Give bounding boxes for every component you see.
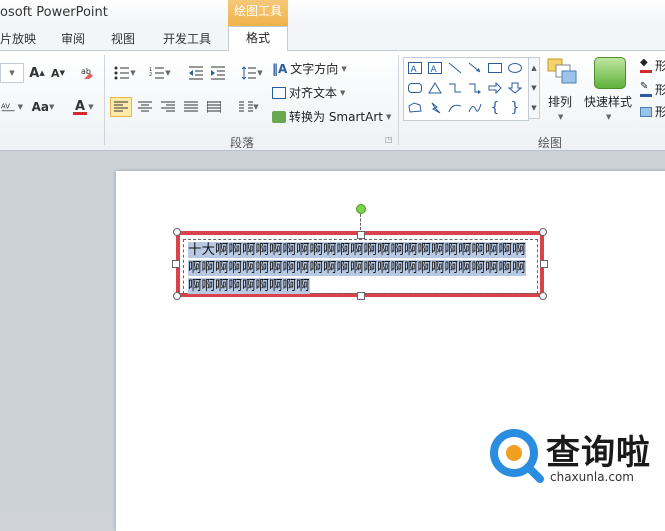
- increase-indent-icon[interactable]: [208, 63, 228, 83]
- curve-shape-icon[interactable]: [466, 99, 484, 117]
- oval-shape-icon[interactable]: [506, 59, 524, 77]
- resize-handle-bottom[interactable]: [357, 292, 365, 300]
- columns-button[interactable]: ▼: [234, 97, 264, 117]
- lightning-shape-icon[interactable]: [426, 99, 444, 117]
- textbox-content[interactable]: 十大啊啊啊啊啊啊啊啊啊啊啊啊啊啊啊啊啊啊啊啊啊啊啊啊啊啊啊啊啊啊啊啊啊啊啊啊啊啊…: [188, 241, 533, 295]
- text-direction-button[interactable]: ‖A 文字方向 ▼: [272, 60, 347, 77]
- drawing-tools-context-label: 绘图工具: [228, 0, 288, 26]
- resize-handle-bottom-left[interactable]: [173, 292, 181, 300]
- resize-handle-top[interactable]: [357, 231, 365, 239]
- group-separator: [104, 55, 105, 145]
- decrease-indent-icon[interactable]: [186, 63, 206, 83]
- align-center-icon[interactable]: [134, 97, 156, 117]
- down-arrow-shape-icon[interactable]: [506, 79, 524, 97]
- tab-slideshow[interactable]: 片放映: [0, 30, 36, 47]
- watermark: 查询啦 chaxunla.com: [488, 425, 658, 490]
- resize-handle-left[interactable]: [172, 260, 180, 268]
- tab-format[interactable]: 格式: [228, 26, 288, 51]
- tab-review[interactable]: 审阅: [61, 30, 85, 47]
- group-separator: [398, 55, 399, 145]
- shrink-font-button[interactable]: A ▼: [48, 63, 68, 83]
- right-brace-shape-icon[interactable]: }: [506, 99, 524, 117]
- arrange-button[interactable]: 排列 ▼: [544, 55, 580, 130]
- align-text-button[interactable]: 对齐文本 ▼: [272, 84, 345, 101]
- left-brace-shape-icon[interactable]: {: [486, 99, 504, 117]
- bullets-button[interactable]: ▼: [110, 63, 140, 83]
- app-title: osoft PowerPoint: [0, 5, 108, 20]
- textbox-shape-icon[interactable]: A: [406, 59, 424, 77]
- resize-handle-top-right[interactable]: [539, 228, 547, 236]
- rounded-rectangle-shape-icon[interactable]: [406, 79, 424, 97]
- gallery-scrollbar[interactable]: ▲ ▼ ▼: [528, 57, 540, 119]
- effects-icon: [640, 106, 652, 117]
- font-color-button[interactable]: A ▼: [68, 97, 98, 117]
- title-bar: osoft PowerPoint 绘图工具: [0, 0, 665, 26]
- quick-styles-button[interactable]: 快速样式 ▼: [584, 55, 636, 130]
- line-shape-icon[interactable]: [446, 59, 464, 77]
- grow-font-button[interactable]: A ▲: [27, 63, 47, 83]
- justify-icon[interactable]: [180, 97, 202, 117]
- tab-view[interactable]: 视图: [111, 30, 135, 47]
- selected-textbox[interactable]: 十大啊啊啊啊啊啊啊啊啊啊啊啊啊啊啊啊啊啊啊啊啊啊啊啊啊啊啊啊啊啊啊啊啊啊啊啊啊啊…: [172, 228, 548, 300]
- paragraph-group-label: 段落: [230, 136, 255, 150]
- shape-fill-button[interactable]: ◆ 形: [640, 57, 665, 74]
- svg-text:A: A: [75, 99, 85, 114]
- align-text-icon: [272, 86, 286, 99]
- watermark-url: chaxunla.com: [550, 470, 634, 484]
- align-left-icon[interactable]: [110, 97, 132, 117]
- arrange-icon: [547, 58, 577, 84]
- paragraph-launcher-icon[interactable]: ◳: [385, 135, 393, 144]
- shapes-gallery[interactable]: A A { }: [403, 57, 529, 121]
- convert-smartart-button[interactable]: 转换为 SmartArt ▼: [272, 108, 391, 125]
- shape-effects-button[interactable]: 形: [640, 103, 665, 120]
- line-spacing-button[interactable]: ▼: [238, 63, 266, 83]
- svg-text:A: A: [411, 65, 418, 74]
- distributed-icon[interactable]: [203, 97, 225, 117]
- rectangle-shape-icon[interactable]: [486, 59, 504, 77]
- char-spacing-button[interactable]: AV ▼: [0, 97, 24, 117]
- numbering-button[interactable]: 1 2 ▼: [144, 63, 176, 83]
- clear-formatting-icon[interactable]: ab: [78, 63, 98, 83]
- svg-text:A: A: [431, 65, 438, 74]
- arrow-line-shape-icon[interactable]: [466, 59, 484, 77]
- align-right-icon[interactable]: [157, 97, 179, 117]
- rotate-handle[interactable]: [356, 204, 366, 214]
- triangle-shape-icon[interactable]: [426, 79, 444, 97]
- freeform-shape-icon[interactable]: [406, 99, 424, 117]
- vertical-textbox-shape-icon[interactable]: A: [426, 59, 444, 77]
- text-direction-icon: ‖A: [272, 61, 288, 76]
- svg-text:2: 2: [149, 72, 152, 78]
- shape-outline-button[interactable]: ✎ 形: [640, 81, 665, 98]
- drawing-group-label: 绘图: [538, 136, 563, 150]
- watermark-title: 查询啦: [546, 433, 651, 473]
- arc-shape-icon[interactable]: [446, 99, 464, 117]
- font-size-dropdown[interactable]: ▼: [0, 63, 24, 83]
- elbow-arrow-connector-shape-icon[interactable]: [466, 79, 484, 97]
- right-arrow-shape-icon[interactable]: [486, 79, 504, 97]
- magnifier-logo-icon: [490, 429, 544, 483]
- elbow-connector-shape-icon[interactable]: [446, 79, 464, 97]
- resize-handle-right[interactable]: [540, 260, 548, 268]
- change-case-button[interactable]: Aa ▼: [28, 97, 58, 117]
- ribbon: ▼ A ▲ A ▼ ab AV ▼ Aa ▼ A ▼ ▼ 1 2 ▼ ▼ ▼ ‖…: [0, 51, 665, 151]
- pen-icon: ✎: [640, 82, 652, 97]
- smartart-icon: [272, 110, 286, 123]
- rotate-handle-connector: [360, 214, 361, 230]
- quick-styles-icon: [594, 57, 626, 89]
- resize-handle-bottom-right[interactable]: [539, 292, 547, 300]
- tab-developer[interactable]: 开发工具: [163, 30, 211, 47]
- svg-text:AV: AV: [1, 103, 10, 111]
- selected-text: 十大啊啊啊啊啊啊啊啊啊啊啊啊啊啊啊啊啊啊啊啊啊啊啊啊啊啊啊啊啊啊啊啊啊啊啊啊啊啊…: [188, 242, 526, 294]
- ribbon-tab-row: 片放映 审阅 视图 开发工具 格式: [0, 26, 665, 51]
- paint-bucket-icon: ◆: [640, 58, 652, 73]
- resize-handle-top-left[interactable]: [173, 228, 181, 236]
